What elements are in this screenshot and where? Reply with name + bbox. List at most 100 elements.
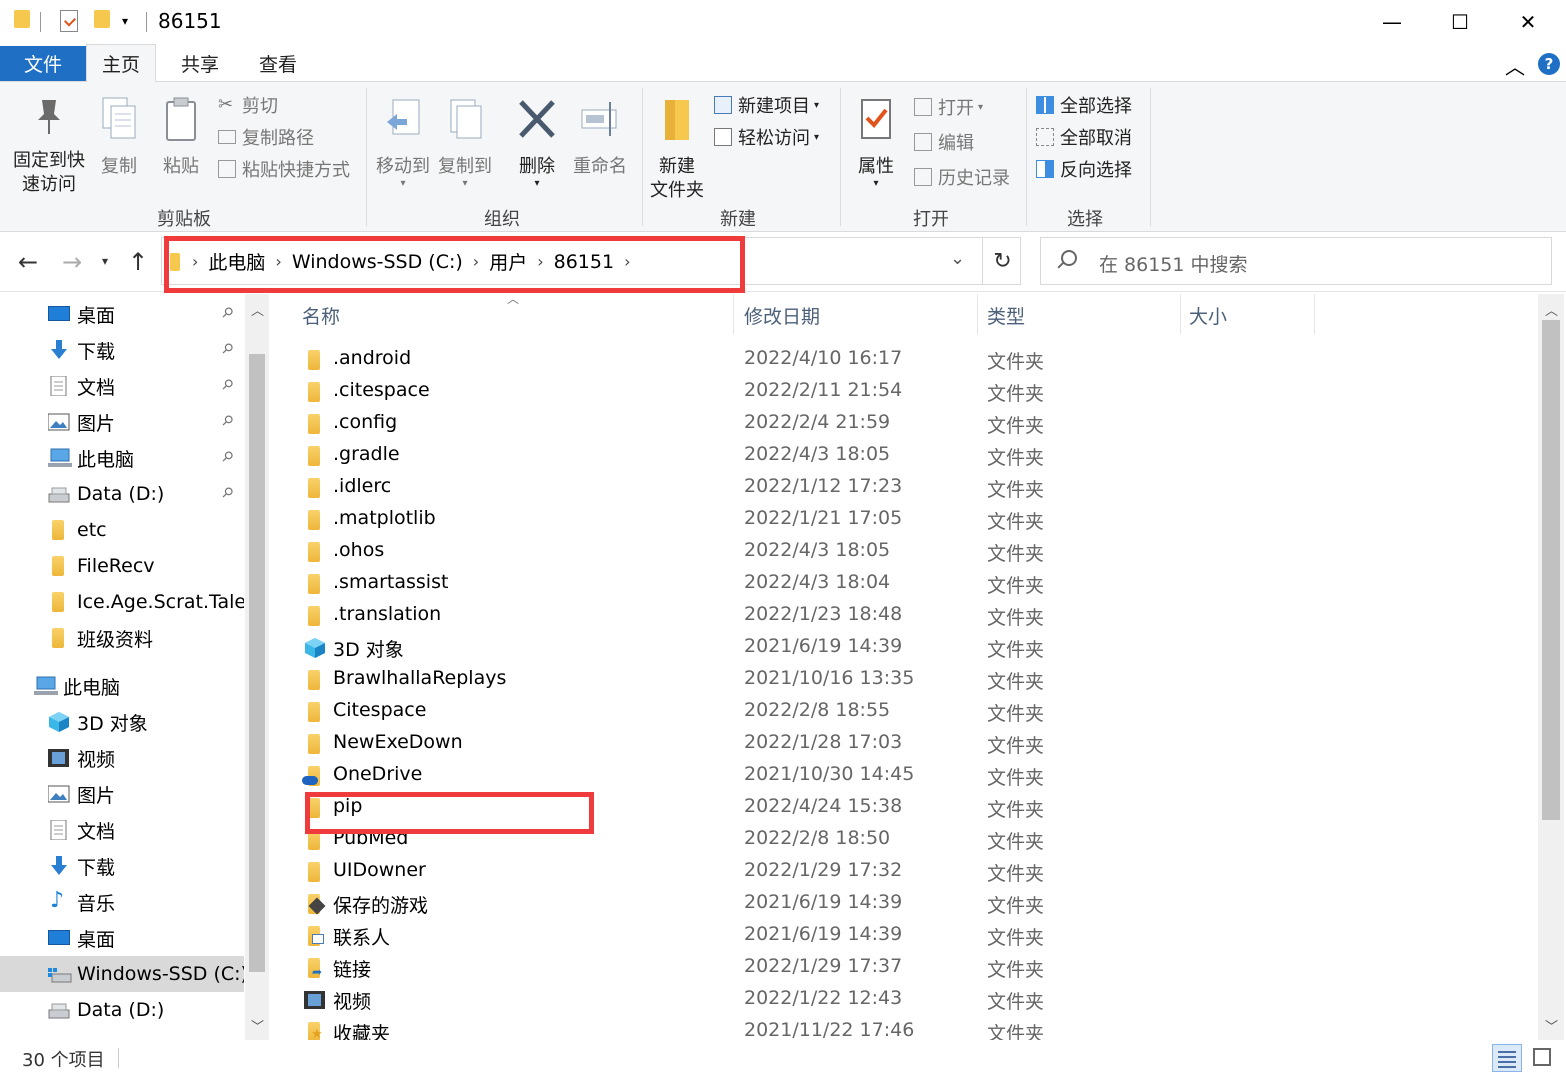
search-input[interactable]: 在 86151 中搜索	[1040, 237, 1552, 285]
easy-access-button[interactable]: 轻松访问 ▾	[714, 123, 819, 151]
file-row[interactable]: Citespace 2022/2/8 18:55 文件夹	[300, 696, 1530, 728]
column-divider[interactable]	[733, 294, 734, 334]
file-row[interactable]: NewExeDown 2022/1/28 17:03 文件夹	[300, 728, 1530, 760]
cut-button[interactable]: ✂ 剪切	[218, 91, 278, 119]
file-row[interactable]: ★ 收藏夹 2021/11/22 17:46 文件夹	[300, 1016, 1530, 1040]
copy-path-button[interactable]: 复制路径	[218, 123, 314, 151]
scroll-down-arrow-icon[interactable]: ﹀	[251, 1016, 264, 1035]
breadcrumb-item[interactable]: 此电脑	[208, 248, 265, 275]
breadcrumb-chevron-icon[interactable]: ›	[537, 252, 543, 271]
new-folder-button[interactable]: 新建 文件夹	[648, 96, 706, 203]
close-button[interactable]: ✕	[1494, 0, 1562, 44]
new-folder-quick-icon[interactable]	[94, 10, 110, 28]
scrollbar-thumb[interactable]	[1542, 320, 1560, 820]
properties-button[interactable]: 属性 ▾	[852, 96, 900, 189]
tab-share[interactable]: 共享	[164, 44, 236, 82]
nav-item-this-pc[interactable]: 此电脑	[0, 668, 244, 704]
refresh-button[interactable]: ↻	[982, 238, 1022, 284]
file-row[interactable]: .config 2022/2/4 21:59 文件夹	[300, 408, 1530, 440]
pin-quick-access-button[interactable]: 固定到快 速访问	[8, 96, 90, 197]
file-row[interactable]: UIDowner 2022/1/29 17:32 文件夹	[300, 856, 1530, 888]
scroll-up-arrow-icon[interactable]: ︿	[1545, 300, 1558, 319]
file-row[interactable]: pip 2022/4/24 15:38 文件夹	[300, 792, 1530, 824]
maximize-button[interactable]: ☐	[1426, 0, 1494, 44]
scroll-down-arrow-icon[interactable]: ﹀	[1545, 1016, 1558, 1035]
column-header-name[interactable]: 名称	[302, 302, 340, 329]
paste-button[interactable]: 粘贴	[158, 96, 204, 179]
nav-item-this-pc-child[interactable]: Data (D:)	[0, 992, 244, 1028]
breadcrumb-chevron-icon[interactable]: ›	[192, 252, 198, 271]
file-row[interactable]: .idlerc 2022/1/12 17:23 文件夹	[300, 472, 1530, 504]
properties-quick-icon[interactable]	[60, 10, 78, 32]
column-header-type[interactable]: 类型	[987, 302, 1025, 329]
file-row[interactable]: BrawlhallaReplays 2021/10/16 13:35 文件夹	[300, 664, 1530, 696]
help-icon[interactable]: ?	[1538, 53, 1560, 75]
breadcrumb-item[interactable]: Windows-SSD (C:)	[292, 251, 463, 273]
large-icons-view-button[interactable]	[1528, 1044, 1558, 1072]
recent-locations-chevron-icon[interactable]: ▾	[102, 254, 108, 268]
details-view-button[interactable]	[1492, 1044, 1522, 1072]
file-row[interactable]: ➦ 链接 2022/1/29 17:37 文件夹	[300, 952, 1530, 984]
file-list-scrollbar[interactable]: ︿ ﹀	[1538, 294, 1564, 1040]
nav-item-quick-access[interactable]: 文档	[0, 368, 244, 404]
nav-item-quick-access[interactable]: 桌面	[0, 296, 244, 332]
file-row[interactable]: 联系人 2021/6/19 14:39 文件夹	[300, 920, 1530, 952]
nav-item-this-pc-child[interactable]: 文档	[0, 812, 244, 848]
file-row[interactable]: .matplotlib 2022/1/21 17:05 文件夹	[300, 504, 1530, 536]
scroll-up-arrow-icon[interactable]: ︿	[251, 300, 264, 319]
file-row[interactable]: .translation 2022/1/23 18:48 文件夹	[300, 600, 1530, 632]
collapse-ribbon-icon[interactable]: ︿	[1505, 51, 1525, 80]
address-bar[interactable]: › 此电脑 › Windows-SSD (C:) › 用户 › 86151 › …	[161, 237, 1021, 285]
rename-button[interactable]: 重命名	[570, 96, 630, 179]
invert-selection-button[interactable]: 反向选择	[1036, 155, 1132, 183]
file-row[interactable]: 保存的游戏 2021/6/19 14:39 文件夹	[300, 888, 1530, 920]
address-history-chevron-icon[interactable]: ⌄	[950, 248, 965, 269]
column-divider[interactable]	[1180, 294, 1181, 334]
scrollbar-thumb[interactable]	[249, 354, 265, 972]
breadcrumb-chevron-icon[interactable]: ›	[473, 252, 479, 271]
breadcrumb-chevron-icon[interactable]: ›	[275, 252, 281, 271]
nav-item-quick-access[interactable]: 图片	[0, 404, 244, 440]
file-row[interactable]: PubMed 2022/2/8 18:50 文件夹	[300, 824, 1530, 856]
nav-item-this-pc-child[interactable]: 下载	[0, 848, 244, 884]
tab-file[interactable]: 文件	[0, 46, 86, 81]
copy-to-button[interactable]: 复制到 ▾	[436, 96, 494, 189]
nav-scrollbar[interactable]: ︿ ﹀	[245, 294, 269, 1040]
file-row[interactable]: .citespace 2022/2/11 21:54 文件夹	[300, 376, 1530, 408]
nav-item-this-pc-child[interactable]: ♪ 音乐	[0, 884, 244, 920]
breadcrumb-item[interactable]: 用户	[489, 248, 527, 275]
nav-item-quick-access[interactable]: 此电脑	[0, 440, 244, 476]
file-row[interactable]: 视频 2022/1/22 12:43 文件夹	[300, 984, 1530, 1016]
history-button[interactable]: 历史记录	[914, 163, 1010, 191]
paste-shortcut-button[interactable]: 粘贴快捷方式	[218, 155, 350, 183]
tab-view[interactable]: 查看	[242, 44, 314, 82]
file-row[interactable]: .ohos 2022/4/3 18:05 文件夹	[300, 536, 1530, 568]
back-arrow-icon[interactable]: ←	[18, 248, 38, 276]
nav-item-quick-access[interactable]: etc	[0, 512, 244, 548]
nav-item-quick-access[interactable]: 班级资料	[0, 620, 244, 656]
column-divider[interactable]	[977, 294, 978, 334]
nav-item-quick-access[interactable]: FileRecv	[0, 548, 244, 584]
breadcrumb-item[interactable]: 86151	[554, 251, 614, 273]
nav-item-this-pc-child[interactable]: 视频	[0, 740, 244, 776]
file-row[interactable]: .android 2022/4/10 16:17 文件夹	[300, 344, 1530, 376]
delete-button[interactable]: 删除 ▾	[514, 96, 560, 189]
select-all-button[interactable]: 全部选择	[1036, 91, 1132, 119]
file-row[interactable]: .gradle 2022/4/3 18:05 文件夹	[300, 440, 1530, 472]
minimize-button[interactable]: —	[1358, 0, 1426, 44]
nav-item-this-pc-child[interactable]: 桌面	[0, 920, 244, 956]
up-arrow-icon[interactable]: ↑	[128, 248, 148, 276]
new-item-button[interactable]: 新建项目 ▾	[714, 91, 819, 119]
file-row[interactable]: .smartassist 2022/4/3 18:04 文件夹	[300, 568, 1530, 600]
open-button[interactable]: 打开 ▾	[914, 93, 983, 121]
breadcrumb-chevron-icon[interactable]: ›	[624, 252, 630, 271]
column-header-date[interactable]: 修改日期	[744, 302, 820, 329]
nav-item-this-pc-child[interactable]: Windows-SSD (C:)	[0, 956, 244, 992]
move-to-button[interactable]: 移动到 ▾	[374, 96, 432, 189]
customize-toolbar-chevron-icon[interactable]: ▾	[122, 14, 128, 28]
tab-home[interactable]: 主页	[86, 44, 156, 83]
select-none-button[interactable]: 全部取消	[1036, 123, 1132, 151]
file-row[interactable]: 3D 对象 2021/6/19 14:39 文件夹	[300, 632, 1530, 664]
nav-item-quick-access[interactable]: 下载	[0, 332, 244, 368]
column-header-size[interactable]: 大小	[1189, 302, 1227, 329]
